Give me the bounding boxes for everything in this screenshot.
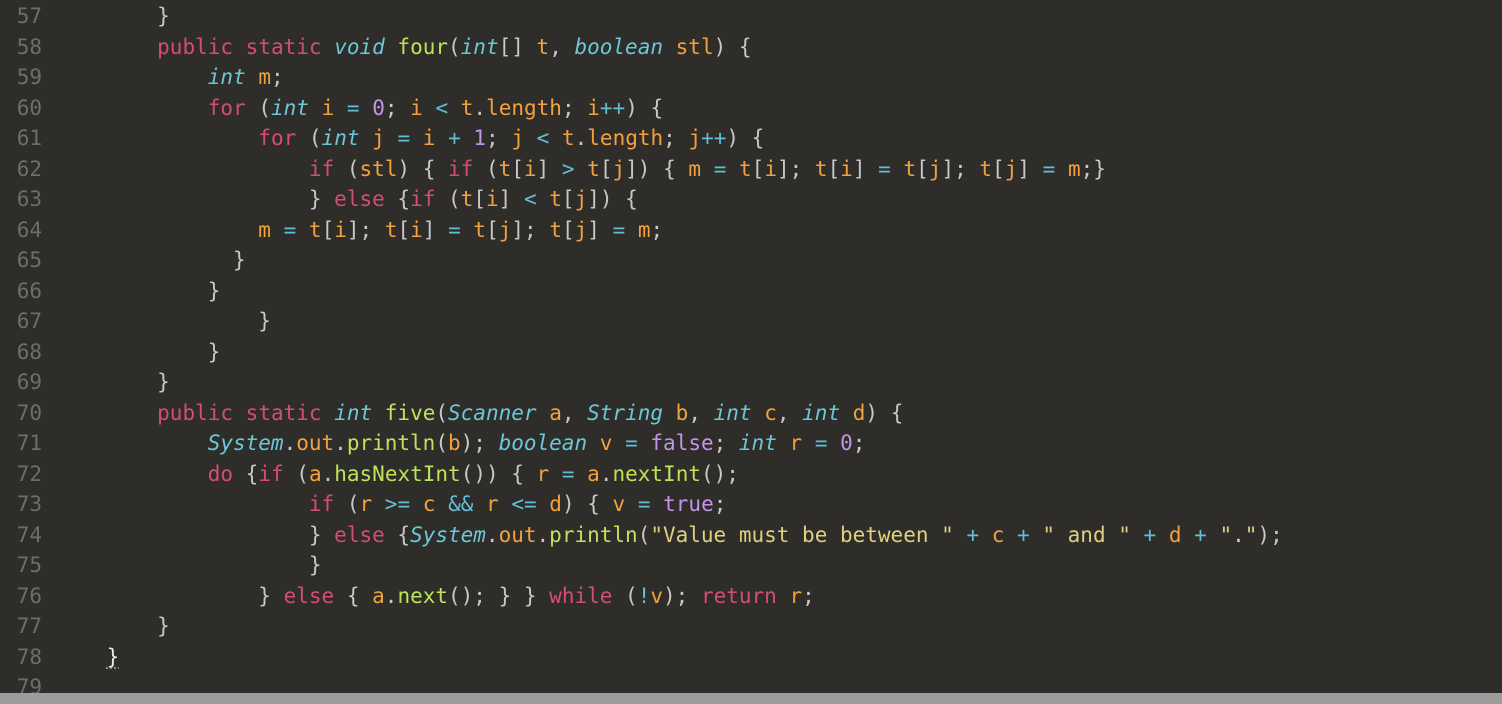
line-number: 62 <box>0 154 42 185</box>
code-line[interactable]: public static int five(Scanner a, String… <box>56 398 1502 429</box>
line-number: 75 <box>0 550 42 581</box>
line-number: 76 <box>0 581 42 612</box>
line-number-gutter: 5758596061626364656667686970717273747576… <box>0 0 56 693</box>
line-number: 78 <box>0 642 42 673</box>
line-number: 64 <box>0 215 42 246</box>
code-line[interactable]: } <box>56 642 1502 673</box>
line-number: 70 <box>0 398 42 429</box>
line-number: 58 <box>0 32 42 63</box>
line-number: 65 <box>0 245 42 276</box>
horizontal-scrollbar[interactable] <box>0 693 1502 704</box>
line-number: 67 <box>0 306 42 337</box>
line-number: 63 <box>0 184 42 215</box>
code-line[interactable]: } <box>56 367 1502 398</box>
code-line[interactable]: } else {if (t[i] < t[j]) { <box>56 184 1502 215</box>
line-number: 72 <box>0 459 42 490</box>
code-area[interactable]: } public static void four(int[] t, boole… <box>56 0 1502 693</box>
line-number: 57 <box>0 1 42 32</box>
code-line[interactable]: if (stl) { if (t[i] > t[j]) { m = t[i]; … <box>56 154 1502 185</box>
code-line[interactable]: if (r >= c && r <= d) { v = true; <box>56 489 1502 520</box>
line-number: 77 <box>0 611 42 642</box>
code-line[interactable]: } <box>56 1 1502 32</box>
code-line[interactable]: int m; <box>56 62 1502 93</box>
code-line[interactable]: for (int j = i + 1; j < t.length; j++) { <box>56 123 1502 154</box>
code-line[interactable]: } <box>56 611 1502 642</box>
code-editor[interactable]: 5758596061626364656667686970717273747576… <box>0 0 1502 693</box>
code-line[interactable]: } else {System.out.println("Value must b… <box>56 520 1502 551</box>
code-line[interactable]: } <box>56 337 1502 368</box>
code-line[interactable]: for (int i = 0; i < t.length; i++) { <box>56 93 1502 124</box>
code-line[interactable]: do {if (a.hasNextInt()) { r = a.nextInt(… <box>56 459 1502 490</box>
code-line[interactable]: } <box>56 245 1502 276</box>
line-number: 71 <box>0 428 42 459</box>
line-number: 74 <box>0 520 42 551</box>
line-number: 73 <box>0 489 42 520</box>
code-line[interactable]: m = t[i]; t[i] = t[j]; t[j] = m; <box>56 215 1502 246</box>
line-number: 61 <box>0 123 42 154</box>
code-line[interactable]: System.out.println(b); boolean v = false… <box>56 428 1502 459</box>
code-line[interactable]: } <box>56 550 1502 581</box>
line-number: 69 <box>0 367 42 398</box>
line-number: 68 <box>0 337 42 368</box>
code-line[interactable]: } <box>56 306 1502 337</box>
code-line[interactable]: } <box>56 276 1502 307</box>
code-line[interactable]: } else { a.next(); } } while (!v); retur… <box>56 581 1502 612</box>
line-number: 66 <box>0 276 42 307</box>
line-number: 59 <box>0 62 42 93</box>
code-line[interactable]: public static void four(int[] t, boolean… <box>56 32 1502 63</box>
line-number: 60 <box>0 93 42 124</box>
